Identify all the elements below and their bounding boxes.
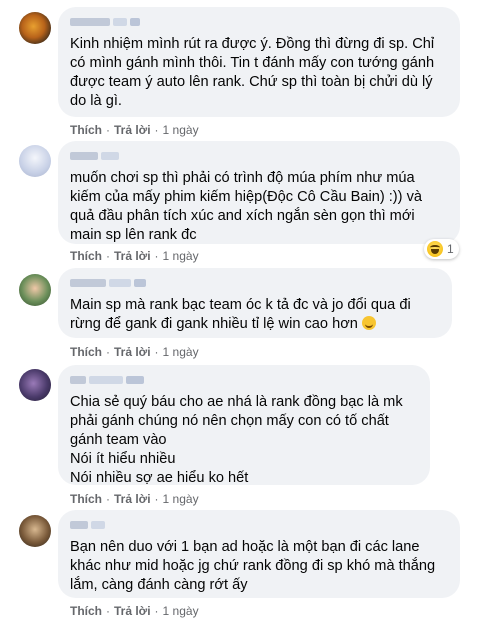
reaction-summary[interactable]: 1 (424, 239, 459, 259)
comment-bubble: Bạn nên duo với 1 bạn ad hoặc là một bạn… (58, 510, 460, 598)
haha-reaction-icon (427, 241, 443, 257)
timestamp[interactable]: 1 ngày (163, 123, 199, 137)
comment-bubble: muốn chơi sp thì phải có trình độ múa ph… (58, 141, 460, 244)
comment-bubble: Chia sẻ quý báu cho ae nhá là rank đồng … (58, 365, 430, 486)
reply-button[interactable]: Trả lời (114, 249, 151, 263)
avatar[interactable] (19, 145, 51, 177)
comment-text: Main sp mà rank bạc team óc k tả đc và j… (70, 297, 411, 332)
like-button[interactable]: Thích (70, 249, 102, 263)
timestamp[interactable]: 1 ngày (163, 345, 199, 359)
comment-actions: Thích · Trả lời · 1 ngày (70, 603, 199, 619)
author-name-blurred[interactable] (70, 520, 448, 530)
comment-actions: Thích · Trả lời · 1 ngày (70, 344, 199, 360)
comment-bubble: Kinh nhiệm mình rút ra được ý. Đồng thì … (58, 7, 460, 117)
separator-dot: · (106, 345, 110, 359)
avatar[interactable] (19, 274, 51, 306)
like-button[interactable]: Thích (70, 345, 102, 359)
reply-button[interactable]: Trả lời (114, 604, 151, 618)
separator-dot: · (106, 249, 110, 263)
reply-button[interactable]: Trả lời (114, 345, 151, 359)
comment-actions: Thích · Trả lời · 1 ngày (70, 122, 199, 138)
separator-dot: · (154, 604, 159, 618)
reply-button[interactable]: Trả lời (114, 492, 151, 506)
author-name-blurred[interactable] (70, 151, 448, 161)
separator-dot: · (154, 249, 159, 263)
like-button[interactable]: Thích (70, 123, 102, 137)
separator-dot: · (154, 345, 159, 359)
author-name-blurred[interactable] (70, 278, 440, 288)
author-name-blurred[interactable] (70, 375, 418, 385)
comment-text: muốn chơi sp thì phải có trình độ múa ph… (70, 170, 422, 243)
avatar[interactable] (19, 515, 51, 547)
comment-actions: Thích · Trả lời · 1 ngày (70, 491, 199, 507)
separator-dot: · (154, 123, 159, 137)
separator-dot: · (106, 604, 110, 618)
timestamp[interactable]: 1 ngày (163, 604, 199, 618)
smiling-face-icon (361, 316, 376, 330)
separator-dot: · (154, 492, 159, 506)
avatar[interactable] (19, 12, 51, 44)
comment-text: Kinh nhiệm mình rút ra được ý. Đồng thì … (70, 36, 435, 109)
timestamp[interactable]: 1 ngày (163, 492, 199, 506)
avatar[interactable] (19, 369, 51, 401)
author-name-blurred[interactable] (70, 17, 448, 27)
reply-button[interactable]: Trả lời (114, 123, 151, 137)
separator-dot: · (106, 123, 110, 137)
like-button[interactable]: Thích (70, 492, 102, 506)
separator-dot: · (106, 492, 110, 506)
comment-bubble: Main sp mà rank bạc team óc k tả đc và j… (58, 268, 452, 338)
comment-text: Chia sẻ quý báu cho ae nhá là rank đồng … (70, 394, 403, 486)
like-button[interactable]: Thích (70, 604, 102, 618)
comment-actions: Thích · Trả lời · 1 ngày (70, 248, 199, 264)
timestamp[interactable]: 1 ngày (163, 249, 199, 263)
reaction-count: 1 (447, 242, 454, 256)
comment-text: Bạn nên duo với 1 bạn ad hoặc là một bạn… (70, 539, 436, 593)
